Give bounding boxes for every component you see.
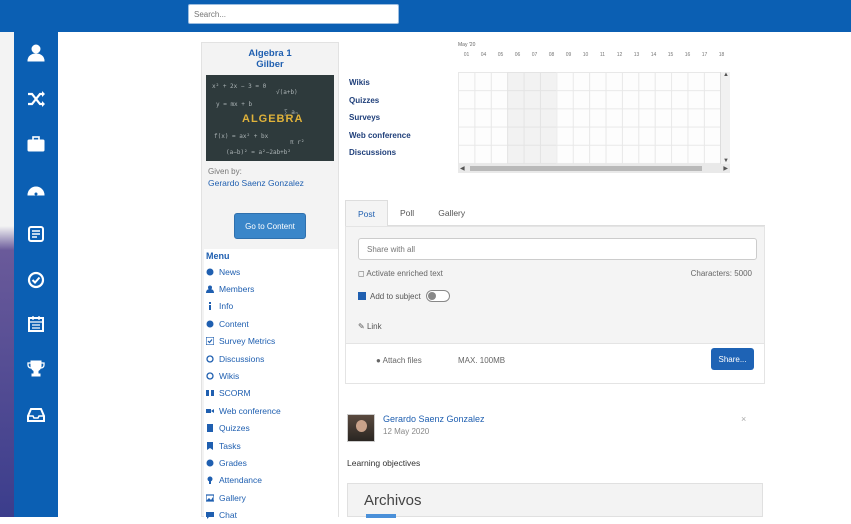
activity-month: May '20 <box>458 42 476 48</box>
course-image-label: ALGEBRA <box>242 113 304 125</box>
activity-label-wikis: Wikis <box>349 78 370 87</box>
tab-post[interactable]: Post <box>345 200 389 226</box>
members-icon <box>206 285 214 294</box>
activity-label-quizzes: Quizzes <box>349 95 380 105</box>
background-window-strip <box>0 32 14 517</box>
activity-grid: May '20 01 04 05 06 07 08 09 10 11 12 13 14 15… <box>458 42 730 174</box>
menu-item-grades[interactable]: Grades <box>206 454 338 471</box>
menu-item-discussions[interactable]: Discussions <box>206 350 338 367</box>
scroll-up-arrow[interactable]: ▲ <box>723 72 729 78</box>
calendar-icon[interactable] <box>23 311 49 337</box>
menu-item-news[interactable]: News <box>206 263 338 280</box>
link-button[interactable]: ✎ Link <box>358 322 382 331</box>
check-circle-icon[interactable] <box>23 267 49 293</box>
activity-cells <box>458 72 720 164</box>
teacher-link[interactable]: Gerardo Saenz Gonzalez <box>208 178 338 188</box>
user-icon[interactable] <box>23 40 49 66</box>
scroll-right-arrow[interactable]: ▶ <box>723 165 728 172</box>
attachments-title: Archivos <box>364 492 422 509</box>
attach-files-button[interactable]: ● Attach files <box>376 356 422 365</box>
menu-item-attendance[interactable]: Attendance <box>206 472 338 489</box>
menu-item-survey-metrics[interactable]: Survey Metrics <box>206 333 338 350</box>
add-to-subject-toggle[interactable] <box>425 290 450 302</box>
inbox-icon[interactable] <box>23 402 49 428</box>
activity-timeline: Wikis Quizzes Surveys Web conference Dis… <box>345 42 730 177</box>
horizontal-scrollbar[interactable]: ◀ ▶ <box>458 164 730 173</box>
grades-icon <box>206 459 214 467</box>
close-icon[interactable]: × <box>741 414 746 424</box>
enriched-text-toggle[interactable]: ◻ Activate enriched text <box>358 269 443 278</box>
activity-row-labels: Wikis Quizzes Surveys Web conference Dis… <box>349 74 459 162</box>
gallery-icon <box>206 494 214 502</box>
course-panel: Algebra 1 Gilber x² + 2x − 3 = 0 √(a+b) … <box>201 42 339 524</box>
menu-item-wikis[interactable]: Wikis <box>206 367 338 384</box>
chat-icon <box>206 511 214 520</box>
activity-label-web-conference: Web conference <box>349 130 411 140</box>
subject-icon <box>358 292 366 300</box>
briefcase-icon[interactable] <box>23 131 49 157</box>
share-button[interactable]: Share... <box>711 348 754 370</box>
post-date: 12 May 2020 <box>383 427 430 436</box>
quiz-icon <box>206 424 214 433</box>
given-by-label: Given by: <box>208 167 242 176</box>
menu-item-quizzes[interactable]: Quizzes <box>206 420 338 437</box>
top-navbar <box>0 0 851 32</box>
discussion-icon <box>206 354 214 363</box>
menu-item-tasks[interactable]: Tasks <box>206 437 338 454</box>
max-size-label: MAX. 100MB <box>458 356 506 365</box>
menu-title: Menu <box>206 251 230 261</box>
dashboard-icon[interactable] <box>23 177 49 203</box>
post-author[interactable]: Gerardo Saenz Gonzalez <box>383 414 485 424</box>
menu-item-content[interactable]: Content <box>206 315 338 332</box>
activity-days: 01 04 05 06 07 08 09 10 11 12 13 14 15 16 17 18 <box>463 52 725 58</box>
news-icon <box>206 268 214 276</box>
content-icon <box>206 320 214 328</box>
scrollbar-thumb[interactable] <box>470 166 702 171</box>
character-count: Characters: 5000 <box>690 269 752 278</box>
share-input[interactable] <box>358 238 757 260</box>
scorm-icon <box>206 389 214 397</box>
menu-item-scorm[interactable]: SCORM <box>206 385 338 402</box>
menu-item-gallery[interactable]: Gallery <box>206 489 338 506</box>
menu-item-web-conference[interactable]: Web conference <box>206 402 338 419</box>
composer-tabs: Post Poll Gallery <box>345 200 765 226</box>
info-icon <box>206 302 214 311</box>
newspaper-icon[interactable] <box>23 221 49 247</box>
survey-icon <box>206 337 214 346</box>
vertical-scrollbar[interactable]: ▲ ▼ <box>720 72 730 164</box>
activity-label-discussions: Discussions <box>349 148 397 157</box>
shuffle-icon[interactable] <box>23 86 49 112</box>
sidebar <box>14 0 58 517</box>
activity-label-surveys: Surveys <box>349 113 381 122</box>
composer-box: ◻ Activate enriched text Characters: 500… <box>345 226 765 384</box>
course-image: x² + 2x − 3 = 0 √(a+b) y = mx + b ∑ aₙ A… <box>206 75 334 161</box>
menu-item-chat[interactable]: Chat <box>206 506 338 523</box>
search-input[interactable] <box>188 4 399 24</box>
post-body: Learning objectives <box>347 458 421 468</box>
menu-item-info[interactable]: Info <box>206 298 338 315</box>
attendance-icon <box>206 476 214 485</box>
attachments-box: Archivos <box>347 483 763 518</box>
add-to-subject: Add to subject <box>358 290 450 302</box>
paperclip-icon: ● <box>376 356 381 365</box>
feed-post: Gerardo Saenz Gonzalez 12 May 2020 × Lea… <box>345 408 765 518</box>
course-menu: Menu News Members Info Content Survey Me… <box>204 249 338 524</box>
pencil-icon: ✎ <box>358 322 365 331</box>
composer-footer: ● Attach files MAX. 100MB Share... <box>346 343 764 383</box>
post-composer: Post Poll Gallery ◻ Activate enriched te… <box>345 200 765 384</box>
avatar[interactable] <box>347 414 375 442</box>
go-to-content-button[interactable]: Go to Content <box>234 213 306 239</box>
trophy-icon[interactable] <box>23 356 49 382</box>
video-icon <box>206 407 214 415</box>
tasks-icon <box>206 441 214 450</box>
wiki-icon <box>206 372 214 380</box>
menu-item-members[interactable]: Members <box>206 280 338 297</box>
tab-poll[interactable]: Poll <box>388 200 426 226</box>
tab-gallery[interactable]: Gallery <box>426 200 477 226</box>
scroll-left-arrow[interactable]: ◀ <box>460 165 465 172</box>
course-title[interactable]: Algebra 1 Gilber <box>202 48 338 70</box>
file-thumbnail[interactable] <box>366 514 396 518</box>
